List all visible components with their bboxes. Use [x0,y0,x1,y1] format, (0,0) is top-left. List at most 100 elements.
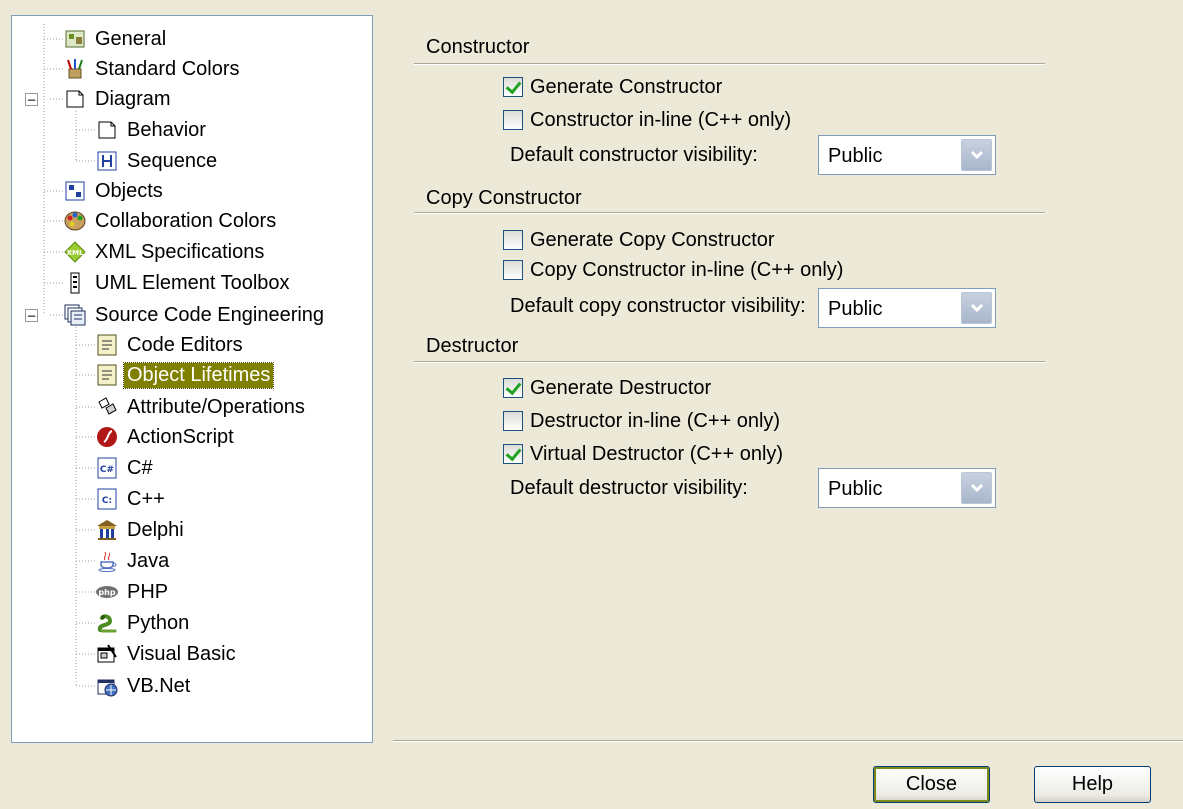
code-editor-icon [96,364,118,386]
tree-item-label: XML Specifications [95,240,265,263]
tree-item-label: Visual Basic [127,642,236,665]
tree-item-label: Source Code Engineering [95,303,325,326]
tree-item-python[interactable]: Python [96,608,192,638]
java-icon [96,550,118,572]
sequence-icon [96,150,118,172]
checkbox-label: Copy Constructor in-line (C++ only) [530,258,844,281]
csharp-icon: C# [96,457,118,479]
destructor-visibility-select[interactable]: Public [818,468,996,508]
tree-item-actionscript[interactable]: ActionScript [96,422,237,452]
tree-item-label: Collaboration Colors [95,209,277,232]
constructor-inline-checkbox[interactable]: Constructor in-line (C++ only) [503,107,791,133]
xml-icon: XML [64,241,86,263]
section-divider [414,63,1045,65]
copy-constructor-section-title: Copy Constructor [426,187,582,209]
copy-constructor-inline-checkbox[interactable]: Copy Constructor in-line (C++ only) [503,257,843,283]
source-code-icon [64,304,86,326]
chevron-down-icon [970,303,983,313]
tree-item-delphi[interactable]: Delphi [96,515,187,545]
tree-item-label: Code Editors [127,333,243,356]
chevron-down-icon [970,483,983,493]
cplusplus-icon: C: [96,488,118,510]
tree-item-label: Delphi [127,518,184,541]
tree-item-label: Behavior [127,118,206,141]
svg-text:php: php [98,588,115,597]
tree-item-csharp[interactable]: C# C# [96,453,156,483]
source-code-collapse-toggle[interactable]: − [25,309,38,322]
generate-constructor-checkbox[interactable]: Generate Constructor [503,74,722,100]
php-icon: php [96,581,118,603]
tree-item-sequence[interactable]: Sequence [96,146,220,176]
tree-item-cplusplus[interactable]: C: C++ [96,484,168,514]
checkbox-label: Destructor in-line (C++ only) [530,409,781,432]
svg-text:C:: C: [102,496,112,506]
toolbox-icon [64,272,86,294]
tree-item-label: Java [127,549,170,572]
virtual-destructor-checkbox[interactable]: Virtual Destructor (C++ only) [503,441,783,467]
visual-basic-icon [96,643,118,665]
svg-text:C#: C# [100,465,114,475]
help-button[interactable]: Help [1034,766,1151,803]
tree-item-uml-element-toolbox[interactable]: UML Element Toolbox [64,268,293,298]
minus-icon: − [26,308,37,323]
delphi-icon [96,519,118,541]
checkbox-box[interactable] [503,260,523,280]
tree-item-general[interactable]: General [64,24,169,54]
tree-item-label: VB.Net [127,674,191,697]
tree-item-diagram[interactable]: Diagram [64,84,174,114]
svg-text:XML: XML [67,249,84,257]
dropdown-button[interactable] [961,292,992,324]
diagram-collapse-toggle[interactable]: − [25,93,38,106]
tree-item-label: UML Element Toolbox [95,271,290,294]
paint-brushes-icon [64,58,86,80]
checkbox-box[interactable] [503,77,523,97]
vbnet-icon [96,675,118,697]
python-icon [96,612,118,634]
tree-item-objects[interactable]: Objects [64,176,166,206]
tree-item-label: ActionScript [127,425,234,448]
tree-item-standard-colors[interactable]: Standard Colors [64,54,243,84]
tree-item-php[interactable]: php PHP [96,577,171,607]
tree-item-label: Sequence [127,149,218,172]
copy-constructor-visibility-label: Default copy constructor visibility: [510,295,806,317]
tree-item-label: General [95,27,167,50]
select-value: Public [828,145,883,167]
tree-item-behavior[interactable]: Behavior [96,115,209,145]
destructor-inline-checkbox[interactable]: Destructor in-line (C++ only) [503,408,780,434]
tree-item-label: Attribute/Operations [127,395,305,418]
tree-item-java[interactable]: Java [96,546,172,576]
checkbox-box[interactable] [503,444,523,464]
checkbox-box[interactable] [503,230,523,250]
tree-item-label: Standard Colors [95,57,240,80]
tree-item-object-lifetimes[interactable]: Object Lifetimes [96,360,275,390]
tree-item-visual-basic[interactable]: Visual Basic [96,639,239,669]
page-icon [96,119,118,141]
diagram-page-icon [64,88,86,110]
general-icon [64,28,86,50]
tree-item-xml-specifications[interactable]: XML XML Specifications [64,237,267,267]
tree-item-source-code-engineering[interactable]: Source Code Engineering [64,300,327,330]
close-button[interactable]: Close [873,766,990,803]
generate-destructor-checkbox[interactable]: Generate Destructor [503,375,711,401]
tree-item-code-editors[interactable]: Code Editors [96,330,246,360]
checkbox-label: Generate Copy Constructor [530,228,775,251]
tree-item-label: Python [127,611,190,634]
checkbox-label: Constructor in-line (C++ only) [530,108,792,131]
constructor-visibility-select[interactable]: Public [818,135,996,175]
select-value: Public [828,298,883,320]
code-editor-icon [96,334,118,356]
section-divider [414,212,1045,214]
actionscript-icon [96,426,118,448]
generate-copy-constructor-checkbox[interactable]: Generate Copy Constructor [503,227,775,253]
dropdown-button[interactable] [961,139,992,171]
checkbox-box[interactable] [503,411,523,431]
checkbox-box[interactable] [503,378,523,398]
tree-item-attribute-operations[interactable]: Attribute/Operations [96,392,308,422]
tree-item-vbnet[interactable]: VB.Net [96,671,193,701]
options-tree[interactable]: − − General Standard Colors Diagram Beha… [11,15,373,743]
chevron-down-icon [970,150,983,160]
tree-item-collaboration-colors[interactable]: Collaboration Colors [64,206,279,236]
dropdown-button[interactable] [961,472,992,504]
checkbox-box[interactable] [503,110,523,130]
copy-constructor-visibility-select[interactable]: Public [818,288,996,328]
